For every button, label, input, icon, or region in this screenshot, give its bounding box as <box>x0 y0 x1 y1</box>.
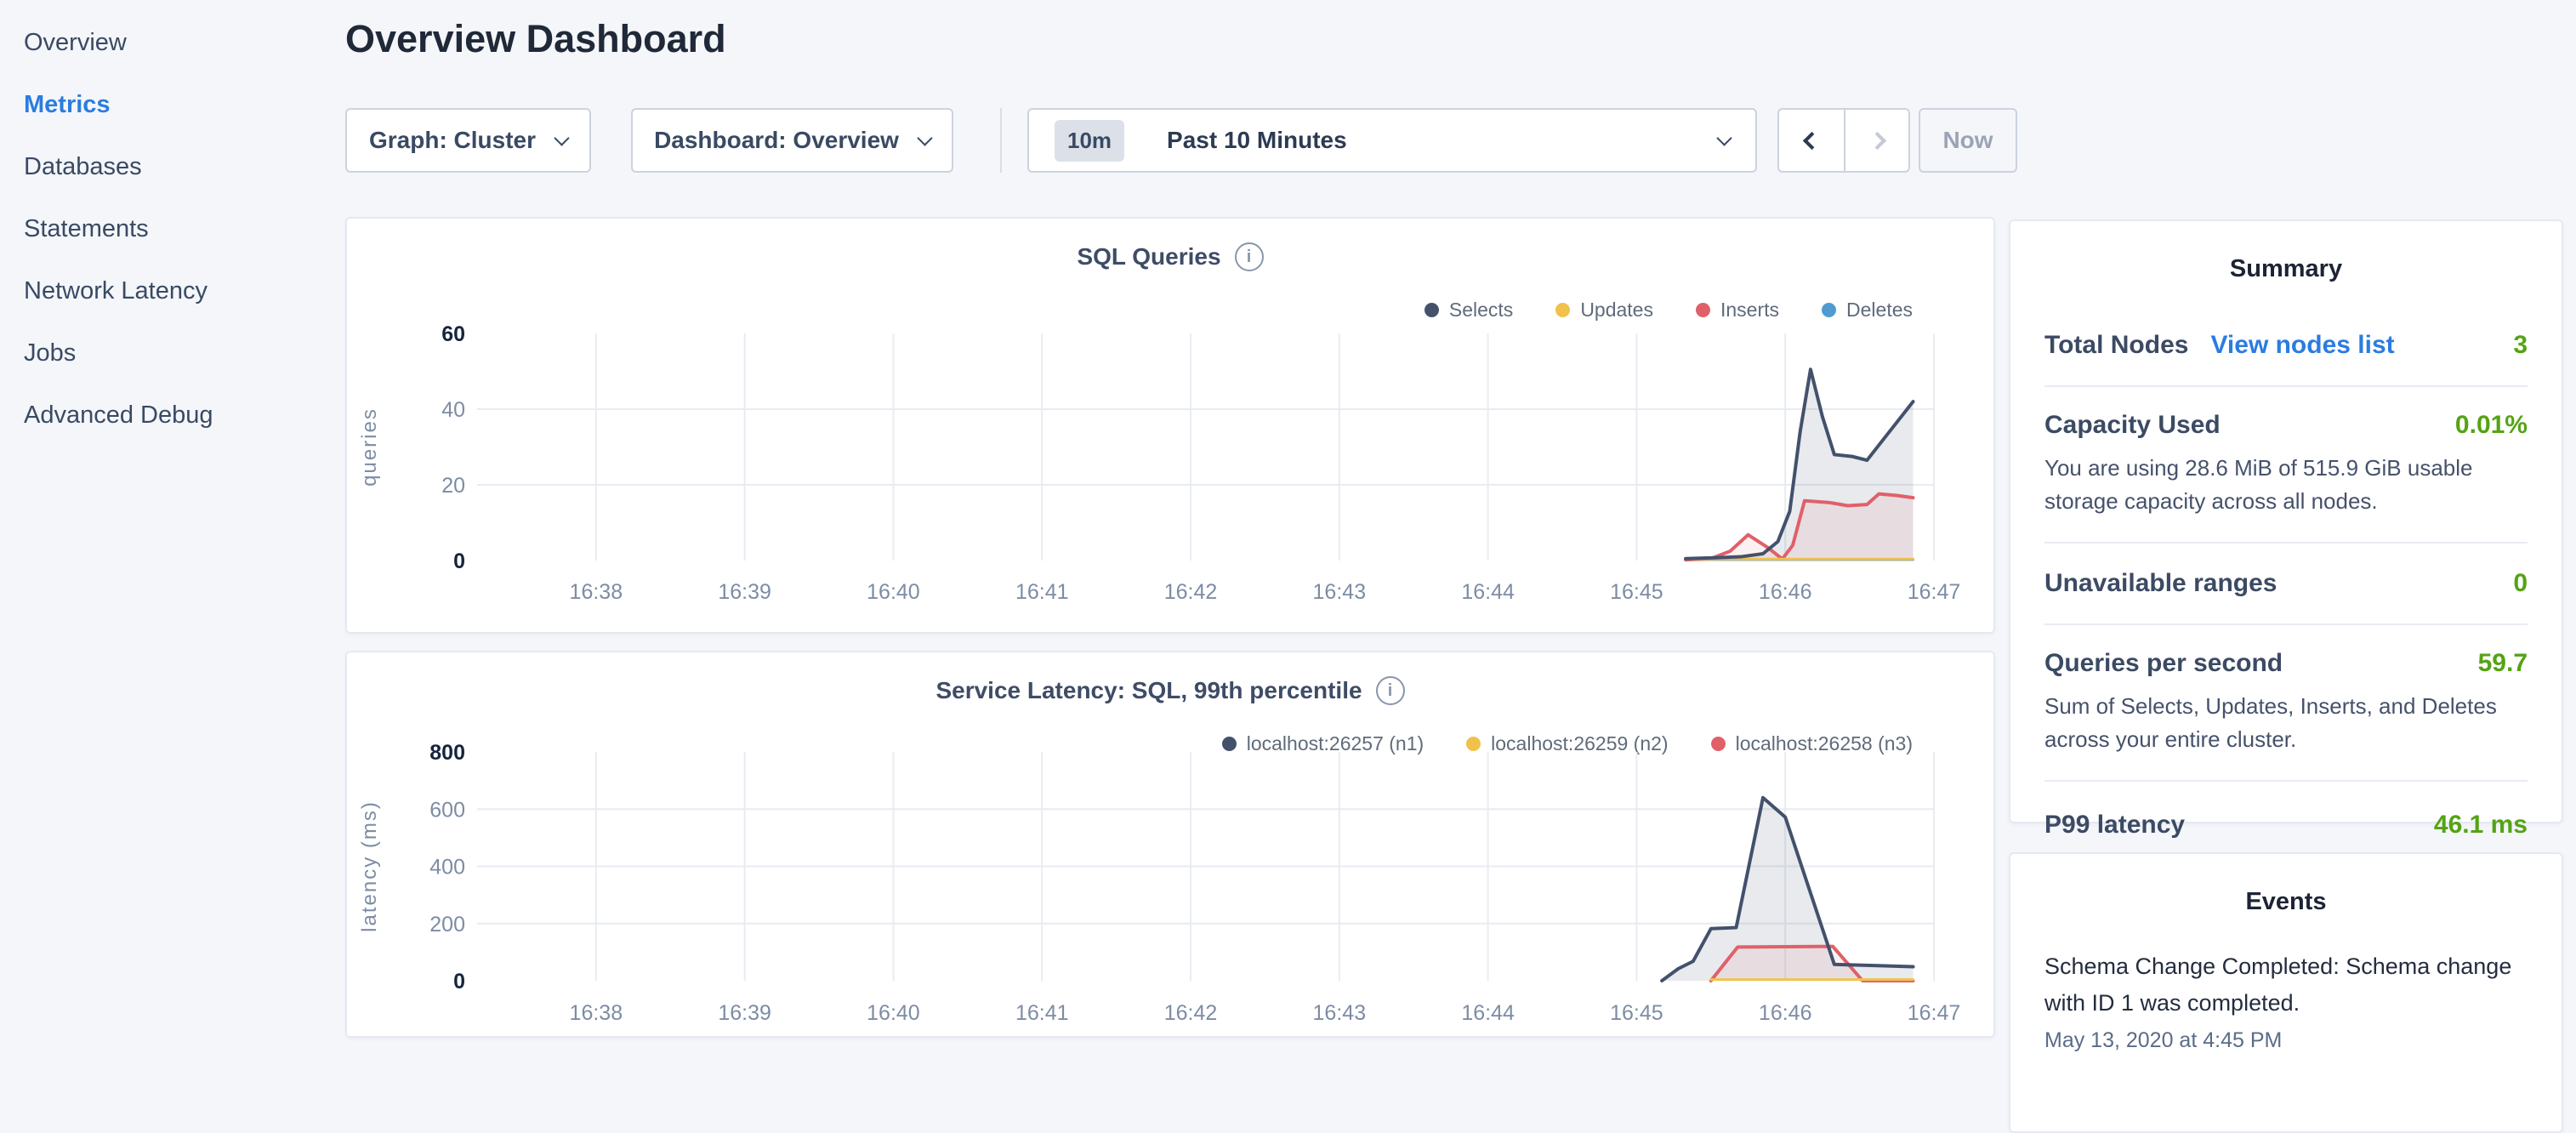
unavailable-ranges-value: 0 <box>2513 569 2528 598</box>
x-axis-tick-label: 16:44 <box>1461 580 1515 604</box>
summary-panel: Summary Total Nodes View nodes list 3 Ca… <box>2009 219 2563 823</box>
prev-time-button[interactable] <box>1779 110 1844 171</box>
sidebar-item-metrics[interactable]: Metrics <box>0 74 340 136</box>
x-axis-tick-label: 16:43 <box>1313 1001 1367 1025</box>
chevron-down-icon <box>1716 130 1732 145</box>
capacity-used-row: Capacity Used 0.01% <box>2044 387 2528 440</box>
chevron-down-icon <box>554 130 569 145</box>
view-nodes-list-link[interactable]: View nodes list <box>2210 331 2394 360</box>
x-axis-tick-label: 16:40 <box>867 580 920 604</box>
y-axis-tick-label: 400 <box>429 856 465 880</box>
x-axis-tick-label: 16:42 <box>1164 1001 1218 1025</box>
time-range-label: Past 10 Minutes <box>1167 127 1347 154</box>
service-latency-chart-card: Service Latency: SQL, 99th percentile i … <box>345 651 1995 1038</box>
dashboard-dropdown[interactable]: Dashboard: Overview <box>631 108 953 173</box>
x-axis-tick-label: 16:41 <box>1015 1001 1069 1025</box>
p99-latency-value: 46.1 ms <box>2434 811 2528 840</box>
time-range-badge: 10m <box>1055 120 1124 162</box>
queries-per-second-label: Queries per second <box>2044 649 2283 678</box>
time-history-buttons <box>1777 108 1910 173</box>
chart-canvas: 16:38 16:39 16:40 16:41 16:42 16:43 16:44 16:45… <box>347 652 1997 1039</box>
queries-per-second-value: 59.7 <box>2478 649 2528 678</box>
y-axis-tick-label: 0 <box>453 970 465 994</box>
event-item-text[interactable]: Schema Change Completed: Schema change w… <box>2044 938 2528 1022</box>
x-axis-tick-label: 16:45 <box>1610 580 1663 604</box>
unavailable-ranges-row: Unavailable ranges 0 <box>2044 544 2528 623</box>
capacity-used-value: 0.01% <box>2455 411 2528 440</box>
x-axis-tick-label: 16:47 <box>1908 1001 1961 1025</box>
x-axis-tick-label: 16:44 <box>1461 1001 1515 1025</box>
graph-dropdown-label: Graph: Cluster <box>369 127 536 154</box>
x-axis-tick-label: 16:39 <box>718 1001 771 1025</box>
events-panel: Events Schema Change Completed: Schema c… <box>2009 852 2563 1133</box>
x-axis-tick-label: 16:47 <box>1908 580 1961 604</box>
chevron-right-icon <box>1868 131 1885 149</box>
unavailable-ranges-label: Unavailable ranges <box>2044 569 2277 598</box>
chevron-left-icon <box>1802 131 1820 149</box>
sidebar-item-advanced-debug[interactable]: Advanced Debug <box>0 384 340 447</box>
controls-divider <box>1000 108 1002 173</box>
y-axis-tick-label: 0 <box>453 549 465 573</box>
x-axis-tick-label: 16:43 <box>1313 580 1367 604</box>
queries-per-second-row: Queries per second 59.7 <box>2044 625 2528 678</box>
capacity-used-label: Capacity Used <box>2044 411 2221 440</box>
x-axis-tick-label: 16:39 <box>718 580 771 604</box>
sidebar-item-databases[interactable]: Databases <box>0 136 340 198</box>
x-axis-tick-label: 16:40 <box>867 1001 920 1025</box>
y-axis-tick-label: 60 <box>441 322 465 346</box>
sql-queries-chart-card: SQL Queries i SelectsUpdatesInsertsDelet… <box>345 217 1995 634</box>
graph-dropdown[interactable]: Graph: Cluster <box>345 108 591 173</box>
total-nodes-row: Total Nodes View nodes list 3 <box>2044 305 2528 385</box>
x-axis-tick-label: 16:42 <box>1164 580 1218 604</box>
p99-latency-label: P99 latency <box>2044 811 2185 840</box>
x-axis-tick-label: 16:41 <box>1015 580 1069 604</box>
sidebar-item-jobs[interactable]: Jobs <box>0 322 340 384</box>
x-axis-tick-label: 16:38 <box>570 580 623 604</box>
capacity-used-description: You are using 28.6 MiB of 515.9 GiB usab… <box>2044 440 2528 542</box>
next-time-button[interactable] <box>1844 110 1908 171</box>
x-axis-tick-label: 16:46 <box>1759 580 1812 604</box>
y-axis-tick-label: 800 <box>429 741 465 765</box>
sidebar-item-overview[interactable]: Overview <box>0 12 340 74</box>
summary-title: Summary <box>2044 221 2528 305</box>
sidebar-item-network-latency[interactable]: Network Latency <box>0 260 340 322</box>
y-axis-tick-label: 40 <box>441 398 465 422</box>
sidebar: Overview Metrics Databases Statements Ne… <box>0 0 340 447</box>
event-item-timestamp: May 13, 2020 at 4:45 PM <box>2044 1022 2528 1053</box>
queries-per-second-description: Sum of Selects, Updates, Inserts, and De… <box>2044 678 2528 780</box>
total-nodes-label: Total Nodes <box>2044 331 2188 360</box>
x-axis-tick-label: 16:38 <box>570 1001 623 1025</box>
y-axis-tick-label: 600 <box>429 798 465 822</box>
y-axis-unit-label: queries <box>358 407 381 487</box>
now-button[interactable]: Now <box>1919 108 2017 173</box>
y-axis-tick-label: 20 <box>441 474 465 498</box>
chevron-down-icon <box>917 130 932 145</box>
x-axis-tick-label: 16:45 <box>1610 1001 1663 1025</box>
y-axis-unit-label: latency (ms) <box>358 800 381 932</box>
events-title: Events <box>2044 854 2528 938</box>
time-range-dropdown[interactable]: 10m Past 10 Minutes <box>1027 108 1757 173</box>
x-axis-tick-label: 16:46 <box>1759 1001 1812 1025</box>
chart-canvas: 16:38 16:39 16:40 16:41 16:42 16:43 16:44 16:45… <box>347 219 1997 635</box>
total-nodes-value: 3 <box>2513 331 2528 360</box>
page-title: Overview Dashboard <box>345 17 726 61</box>
y-axis-tick-label: 200 <box>429 913 465 937</box>
sidebar-item-statements[interactable]: Statements <box>0 198 340 260</box>
dashboard-dropdown-label: Dashboard: Overview <box>654 127 899 154</box>
